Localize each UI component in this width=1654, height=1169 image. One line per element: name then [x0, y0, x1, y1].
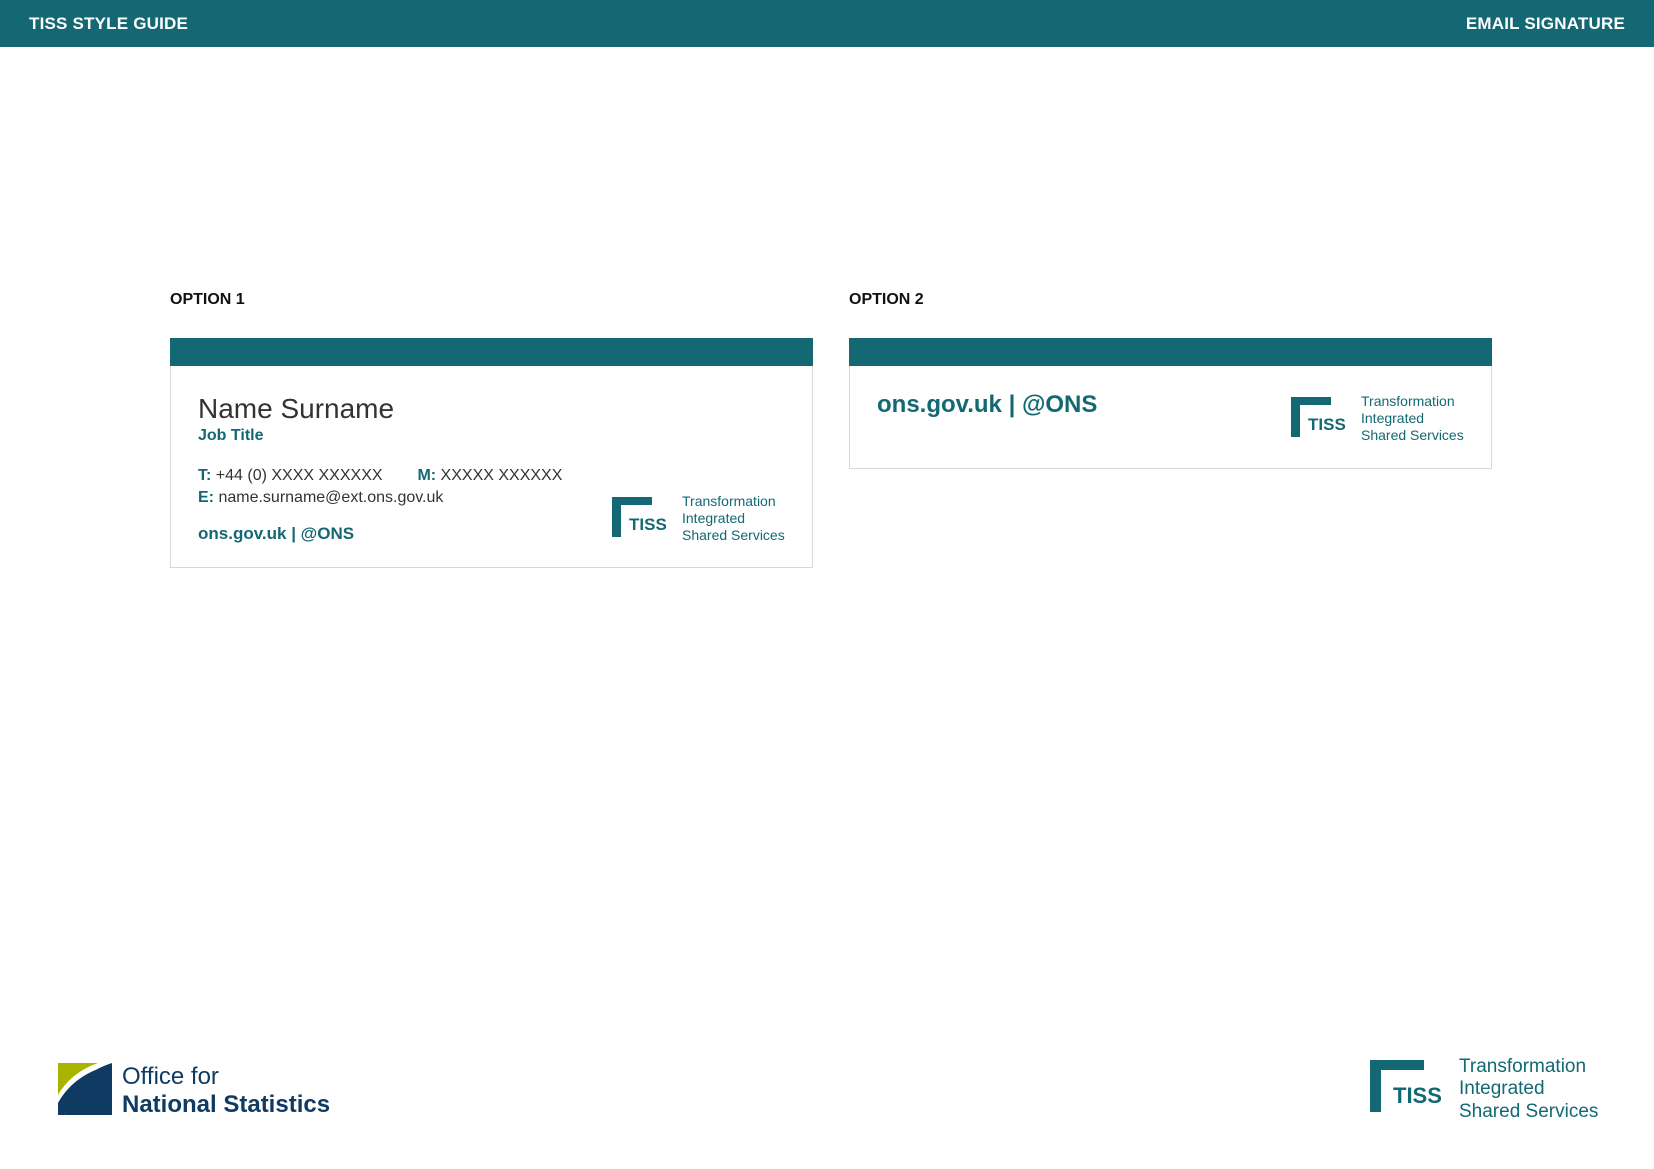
tiss-word-1: Transformation: [1361, 393, 1455, 409]
tiss-mark-icon: TISS: [1291, 397, 1346, 437]
tiss-mark-text: TISS: [629, 515, 667, 534]
tiss-mark-icon: TISS: [612, 497, 667, 537]
ons-wordmark: Office for National Statistics: [122, 1063, 330, 1118]
signature-option-1: Name Surname Job Title T: +44 (0) XXXX X…: [170, 338, 813, 568]
card-header-band: [170, 338, 813, 366]
tiss-word-2: Integrated: [1361, 409, 1425, 426]
tiss-word-1: Transformation: [1459, 1056, 1587, 1077]
tiss-word-3: Shared Services: [1361, 426, 1464, 443]
tiss-word-3: Shared Services: [682, 526, 785, 543]
mobile-label: M:: [417, 467, 437, 484]
tiss-wordmark: Transformation Integrated Shared Service…: [1459, 1056, 1598, 1123]
email-line: E: name.surname@ext.ons.gov.uk: [198, 489, 443, 507]
tiss-wordmark: Transformation Integrated Shared Service…: [1361, 393, 1464, 443]
phone-number: +44 (0) XXXX XXXXXX: [215, 467, 383, 484]
tiss-logo-footer: TISS Transformation Integrated Shared Se…: [1370, 1056, 1610, 1128]
mobile-number: XXXXX XXXXXX: [440, 467, 563, 484]
tiss-logo: TISS Transformation Integrated Shared Se…: [1291, 393, 1476, 449]
section-title: EMAIL SIGNATURE: [1465, 14, 1625, 33]
phone-label: T:: [198, 467, 212, 484]
tiss-logo: TISS Transformation Integrated Shared Se…: [612, 493, 797, 549]
tiss-word-3: Shared Services: [1459, 1100, 1599, 1122]
signature-option-2: ons.gov.uk | @ONS TISS Transformation In…: [849, 338, 1492, 469]
tiss-mark-text: TISS: [1308, 415, 1346, 434]
option-2-label: OPTION 2: [849, 291, 924, 308]
phone-line: T: +44 (0) XXXX XXXXXX M: XXXXX XXXXXX: [198, 467, 562, 485]
email-label: E:: [198, 489, 214, 506]
signature-name: Name Surname: [198, 393, 395, 424]
ons-logo: Office for National Statistics: [58, 1061, 330, 1118]
tiss-word-2: Integrated: [1459, 1078, 1545, 1100]
tiss-mark-icon: TISS: [1370, 1060, 1442, 1112]
signature-job-title: Job Title: [198, 427, 264, 444]
card-header-band: [849, 338, 1492, 366]
email-address[interactable]: name.surname@ext.ons.gov.uk: [218, 489, 443, 506]
ons-emblem-icon: [58, 1063, 112, 1115]
style-guide-title: TISS STYLE GUIDE: [29, 14, 189, 33]
website-twitter-link[interactable]: ons.gov.uk | @ONS: [877, 391, 1097, 419]
ons-word-1: Office for: [122, 1063, 219, 1090]
website-twitter-link[interactable]: ons.gov.uk | @ONS: [198, 524, 354, 544]
top-header-bar: TISS STYLE GUIDE EMAIL SIGNATURE: [0, 0, 1654, 47]
tiss-word-2: Integrated: [682, 509, 746, 526]
tiss-wordmark: Transformation Integrated Shared Service…: [682, 493, 785, 543]
ons-word-2: National Statistics: [122, 1090, 331, 1118]
tiss-word-1: Transformation: [682, 493, 776, 509]
tiss-mark-text: TISS: [1393, 1083, 1442, 1108]
option-1-label: OPTION 1: [170, 291, 245, 308]
